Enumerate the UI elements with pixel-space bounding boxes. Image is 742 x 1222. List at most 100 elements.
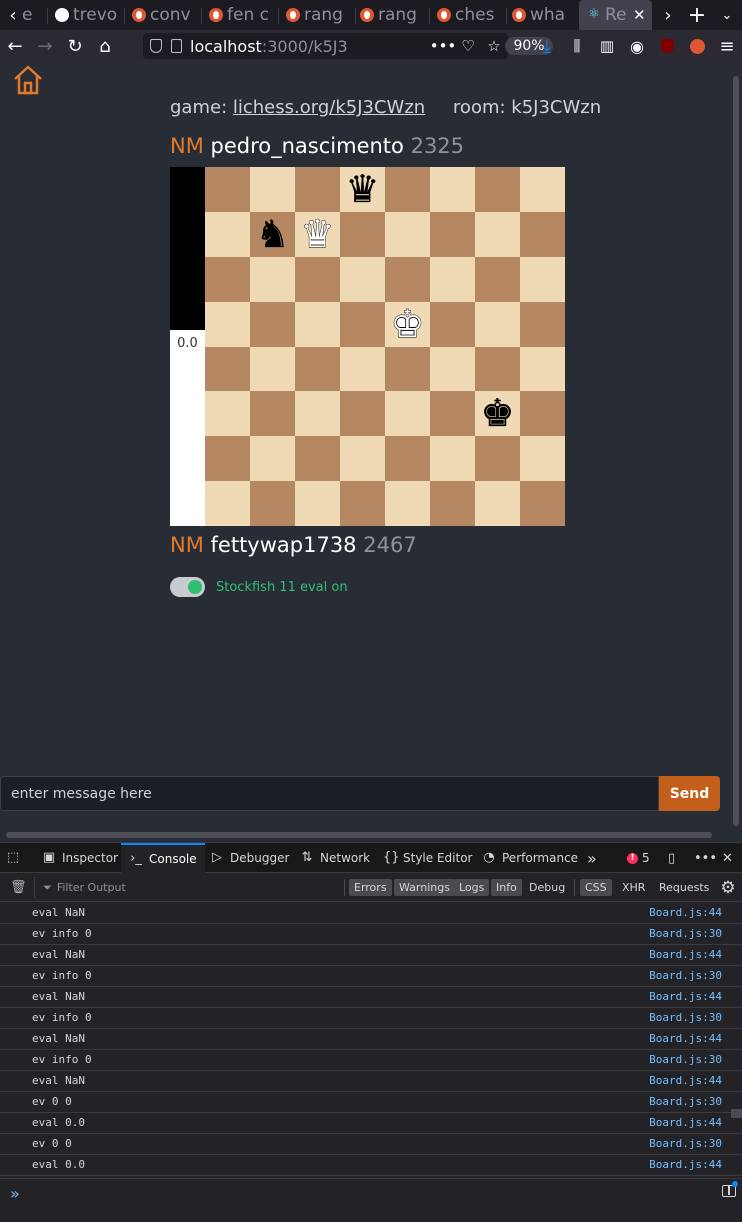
board-square-g5[interactable]	[250, 346, 295, 392]
console-log-source-link[interactable]: Board.js:44	[649, 948, 722, 961]
url-bar[interactable]: localhost:3000/k5J3 90% ••• ♡ ☆	[143, 33, 553, 59]
board-square-h5[interactable]	[205, 346, 250, 392]
board-square-f4[interactable]	[295, 301, 340, 347]
board-square-h2[interactable]	[205, 211, 250, 257]
board-square-g6[interactable]	[250, 391, 295, 437]
board-square-f7[interactable]	[295, 436, 340, 482]
tab-8-active[interactable]: ⚛ Re ✕	[579, 0, 652, 30]
page-info-icon[interactable]	[171, 39, 182, 53]
tab-4[interactable]: rang	[286, 0, 354, 30]
tab-0[interactable]: e	[22, 0, 46, 30]
black-king-piece[interactable]: ♚	[475, 391, 520, 436]
tab-inspector[interactable]: ▣ Inspector	[42, 843, 118, 873]
tab-debugger[interactable]: ▷ Debugger	[210, 843, 289, 873]
tabs-scroll-left-button[interactable]: ‹	[2, 0, 24, 30]
menu-icon[interactable]: ≡	[714, 33, 740, 59]
tab-2[interactable]: conv	[132, 0, 200, 30]
board-square-b5[interactable]	[475, 346, 520, 392]
board-square-c3[interactable]	[430, 256, 475, 302]
filter-output[interactable]: ⏷	[34, 877, 340, 898]
library-icon[interactable]: ⫼	[564, 33, 590, 59]
new-tab-button[interactable]: +	[686, 0, 708, 30]
black-queen-piece[interactable]: ♛	[340, 167, 385, 212]
board-square-d5[interactable]	[385, 346, 430, 392]
board-square-d7[interactable]	[385, 436, 430, 482]
board-square-h7[interactable]	[205, 436, 250, 482]
board-square-f6[interactable]	[295, 391, 340, 437]
board-square-d8[interactable]	[385, 481, 430, 526]
board-square-c2[interactable]	[430, 211, 475, 257]
board-square-c5[interactable]	[430, 346, 475, 392]
board-square-a4[interactable]	[520, 301, 565, 347]
board-square-d6[interactable]	[385, 391, 430, 437]
tracking-shield-icon[interactable]	[150, 39, 162, 53]
list-tabs-icon[interactable]: ⌄	[716, 0, 738, 30]
console-log-source-link[interactable]: Board.js:30	[649, 927, 722, 940]
board-square-a3[interactable]	[520, 256, 565, 302]
board-square-b1[interactable]	[475, 167, 520, 212]
board-square-d2[interactable]	[385, 211, 430, 257]
board-square-f1[interactable]	[295, 167, 340, 212]
error-count-badge[interactable]: ! 5	[627, 843, 650, 873]
horizontal-scrollbar[interactable]	[0, 828, 729, 842]
board-square-c1[interactable]	[430, 167, 475, 212]
bookmark-star-icon[interactable]: ☆	[484, 36, 504, 56]
console-log-source-link[interactable]: Board.js:44	[649, 1074, 722, 1087]
console-log-source-link[interactable]: Board.js:30	[649, 1011, 722, 1024]
filter-warnings-button[interactable]: Warnings	[394, 879, 455, 896]
board-square-b7[interactable]	[475, 436, 520, 482]
filter-css-button[interactable]: CSS	[580, 879, 612, 896]
filter-xhr-button[interactable]: XHR	[617, 879, 650, 896]
board-square-f2[interactable]: ♛	[295, 211, 340, 257]
tab-3[interactable]: fen c	[209, 0, 277, 30]
board-square-e8[interactable]	[340, 481, 385, 526]
board-square-b3[interactable]	[475, 256, 520, 302]
console-log-source-link[interactable]: Board.js:30	[649, 1095, 722, 1108]
board-square-g4[interactable]	[250, 301, 295, 347]
close-devtools-icon[interactable]: ✕	[722, 843, 733, 873]
ublock-icon[interactable]	[654, 33, 680, 59]
tab-performance[interactable]: ◔ Performance	[482, 843, 578, 873]
console-log-source-link[interactable]: Board.js:30	[649, 1053, 722, 1066]
chat-message-input[interactable]	[0, 776, 659, 811]
board-square-a1[interactable]	[520, 167, 565, 212]
tab-6[interactable]: ches	[437, 0, 505, 30]
reload-button[interactable]: ↻	[62, 33, 88, 59]
trash-icon[interactable]: 🗑	[10, 880, 27, 895]
gear-icon[interactable]: ⚙	[719, 879, 737, 897]
back-button[interactable]: ←	[2, 33, 28, 59]
devtools-options-icon[interactable]: •••	[694, 843, 717, 873]
board-square-f8[interactable]	[295, 481, 340, 526]
more-tools-icon[interactable]: »	[587, 843, 597, 873]
board-square-e1[interactable]: ♛	[340, 167, 385, 212]
tabs-scroll-right-button[interactable]: ›	[657, 0, 679, 30]
board-square-e4[interactable]	[340, 301, 385, 347]
element-picker-button[interactable]: ⬚	[6, 843, 20, 873]
board-square-e5[interactable]	[340, 346, 385, 392]
board-square-b8[interactable]	[475, 481, 520, 526]
filter-logs-button[interactable]: Logs	[454, 879, 490, 896]
board-square-h4[interactable]	[205, 301, 250, 347]
black-knight-piece[interactable]: ♞	[250, 212, 295, 257]
white-queen-piece[interactable]: ♛	[295, 212, 340, 257]
account-icon[interactable]: ◉	[624, 33, 650, 59]
board-square-a6[interactable]	[520, 391, 565, 437]
console-log-source-link[interactable]: Board.js:44	[649, 906, 722, 919]
board-square-a5[interactable]	[520, 346, 565, 392]
console-log-source-link[interactable]: Board.js:30	[649, 969, 722, 982]
board-square-d3[interactable]	[385, 256, 430, 302]
board-square-g1[interactable]	[250, 167, 295, 212]
board-square-c6[interactable]	[430, 391, 475, 437]
tab-style-editor[interactable]: {} Style Editor	[383, 843, 472, 873]
console-log-source-link[interactable]: Board.js:44	[649, 1032, 722, 1045]
board-square-b4[interactable]	[475, 301, 520, 347]
tab-network[interactable]: ⇅ Network	[300, 843, 371, 873]
chess-board[interactable]: ♛ ♞ ♛ ♚ ♚	[205, 167, 565, 526]
board-square-c8[interactable]	[430, 481, 475, 526]
tab-5[interactable]: rang	[360, 0, 428, 30]
console-scrollbar[interactable]	[731, 1109, 742, 1118]
console-input-row[interactable]: »	[0, 1178, 742, 1222]
game-link[interactable]: lichess.org/k5J3CWzn	[233, 97, 425, 118]
board-square-e6[interactable]	[340, 391, 385, 437]
engine-eval-toggle[interactable]	[170, 577, 205, 597]
